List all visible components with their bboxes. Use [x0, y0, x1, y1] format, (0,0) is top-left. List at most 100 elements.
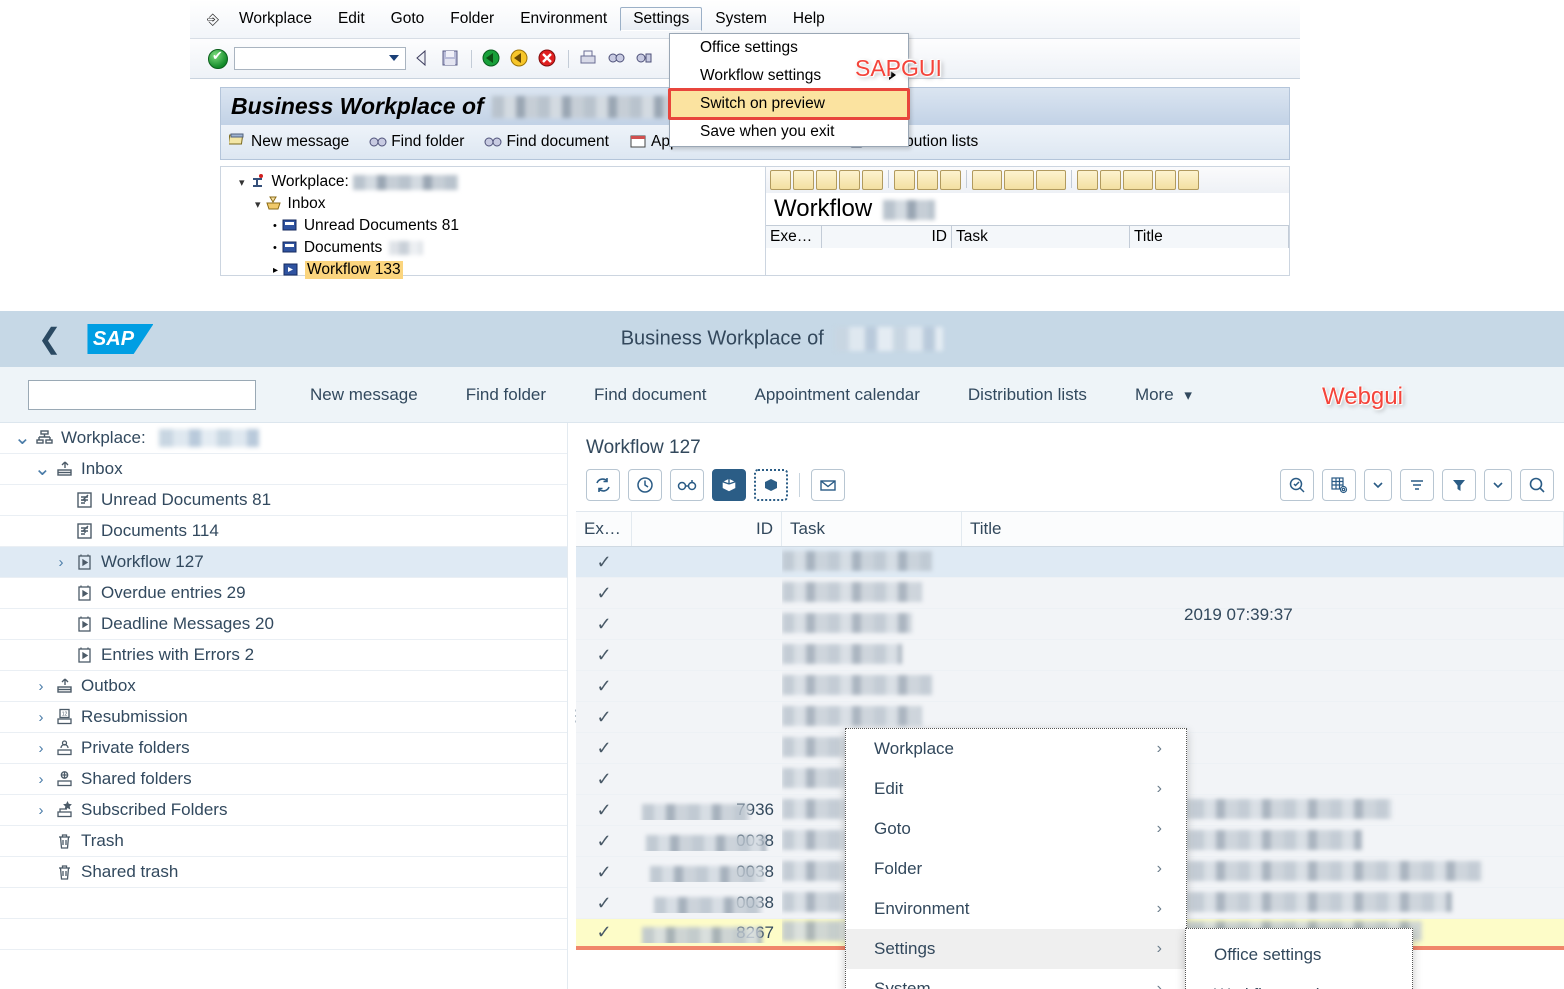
toolbar-new-message[interactable]: New message [286, 385, 442, 405]
preview-glasses-icon[interactable] [670, 469, 704, 501]
tree-item-shared-folders[interactable]: › Shared folders [0, 764, 567, 795]
chevron-right-icon[interactable]: › [34, 802, 48, 819]
sapgui-th-title[interactable]: Title [1130, 226, 1289, 248]
alv-search-icon[interactable] [1100, 170, 1121, 190]
table-row[interactable]: ✓ [576, 671, 1564, 702]
chevron-down-icon[interactable]: ⌄ [34, 459, 51, 479]
menu-goto[interactable]: Goto [378, 7, 438, 31]
th-task[interactable]: Task [782, 512, 962, 546]
tree-item-subscribed-folders[interactable]: › Subscribed Folders [0, 795, 567, 826]
panel-resizer[interactable] [568, 423, 584, 989]
toolbar-more[interactable]: More ▾ [1111, 385, 1216, 405]
sapgui-th-id[interactable]: ID [822, 226, 952, 248]
alv-resubmit-icon[interactable] [940, 170, 961, 190]
sapgui-tree-row-documents[interactable]: • Documents [239, 237, 765, 259]
alv-print-icon[interactable] [1077, 170, 1098, 190]
back-icon[interactable] [412, 48, 434, 70]
filter-icon[interactable] [1442, 469, 1476, 501]
mail-icon[interactable] [811, 469, 845, 501]
chevron-right-icon[interactable]: › [34, 771, 48, 788]
exit-icon[interactable]: ⎆ [200, 11, 226, 28]
alv-layout-icon[interactable] [1036, 170, 1066, 190]
find-folder-button[interactable]: Find folder [369, 133, 464, 152]
menu-environment[interactable]: Environment [507, 7, 620, 31]
ctx-item-workplace[interactable]: Workplace › [846, 729, 1186, 769]
chevron-down-icon[interactable]: ⌄ [14, 428, 31, 448]
submenu-item-workflow-settings[interactable]: Workflow settings› [1186, 975, 1412, 989]
tree-item-resubmission[interactable]: › 12 Resubmission [0, 702, 567, 733]
alv-reserve-icon[interactable] [894, 170, 915, 190]
chevron-right-icon[interactable]: › [34, 678, 48, 695]
tree-item-workplace[interactable]: ⌄ Workplace: [0, 423, 567, 454]
tree-item-entries-with-errors-2[interactable]: Entries with Errors 2 [0, 640, 567, 671]
tree-item-overdue-entries-29[interactable]: Overdue entries 29 [0, 578, 567, 609]
sapgui-tree-row-workflow[interactable]: ▸ Workflow 133 [239, 259, 765, 281]
sapgui-th-task[interactable]: Task [952, 226, 1130, 248]
ctx-item-edit[interactable]: Edit › [846, 769, 1186, 809]
settings-table-dropdown-icon[interactable] [1364, 469, 1392, 501]
search-input[interactable] [28, 379, 256, 410]
command-field[interactable] [234, 47, 406, 70]
execute-dotted-icon[interactable] [754, 469, 788, 501]
back-arrow-green-icon[interactable] [481, 48, 503, 70]
history-icon[interactable] [628, 469, 662, 501]
print-icon[interactable] [578, 48, 600, 70]
sapgui-tree-row-unread[interactable]: • Unread Documents 81 [239, 215, 765, 237]
tree-item-trash[interactable]: Trash [0, 826, 567, 857]
table-row[interactable]: ✓ [576, 547, 1564, 578]
alv-filter-icon[interactable] [1155, 170, 1176, 190]
chevron-right-icon[interactable]: › [34, 740, 48, 757]
table-row[interactable]: ✓ [576, 640, 1564, 671]
filter-dropdown-icon[interactable] [1484, 469, 1512, 501]
th-title[interactable]: Title [962, 512, 1564, 546]
table-row[interactable]: ✓ [576, 609, 1564, 640]
chevron-down-icon[interactable] [389, 55, 399, 61]
toolbar-appointment-calendar[interactable]: Appointment calendar [731, 385, 944, 405]
refresh-icon[interactable] [586, 469, 620, 501]
menu-folder[interactable]: Folder [437, 7, 507, 31]
alv-select-icon[interactable] [972, 170, 1002, 190]
search-detail-icon[interactable] [1280, 469, 1314, 501]
menu-workplace[interactable]: Workplace [226, 7, 325, 31]
exit-yellow-icon[interactable] [509, 48, 531, 70]
tree-item-shared-trash[interactable]: Shared trash [0, 857, 567, 888]
sapgui-tree-row-inbox[interactable]: ▾ Inbox [239, 193, 765, 215]
toolbar-find-document[interactable]: Find document [570, 385, 730, 405]
th-ex[interactable]: Ex… [576, 512, 632, 546]
settings-table-icon[interactable] [1322, 469, 1356, 501]
chevron-right-icon[interactable]: › [54, 554, 68, 571]
submenu-item-office-settings[interactable]: Office settings [1186, 935, 1412, 975]
find-next-icon[interactable] [634, 48, 656, 70]
menu-edit[interactable]: Edit [325, 7, 378, 31]
cancel-red-icon[interactable] [537, 48, 559, 70]
chevron-right-icon[interactable]: › [34, 709, 48, 726]
alv-grid-icon[interactable] [1123, 170, 1153, 190]
alv-workflow-icon[interactable] [816, 170, 837, 190]
enter-ok-icon[interactable] [208, 48, 228, 69]
sapgui-th-exe[interactable]: Exe… [766, 226, 822, 248]
alv-filter2-icon[interactable] [1178, 170, 1199, 190]
alv-forward-icon[interactable] [917, 170, 938, 190]
tree-item-documents-114[interactable]: Documents 114 [0, 516, 567, 547]
ctx-item-system[interactable]: System › [846, 969, 1186, 989]
ctx-item-settings[interactable]: Settings › [846, 929, 1186, 969]
tree-item-private-folders[interactable]: › Private folders [0, 733, 567, 764]
new-message-button[interactable]: New message [227, 133, 349, 152]
ctx-item-goto[interactable]: Goto › [846, 809, 1186, 849]
alv-preview-icon[interactable] [839, 170, 860, 190]
sapgui-menuitem-switch-on-preview[interactable]: Switch on preview [668, 88, 910, 120]
table-row[interactable]: ✓ [576, 578, 1564, 609]
tree-item-workflow-127[interactable]: › Workflow 127 [0, 547, 567, 578]
sort-icon[interactable] [1400, 469, 1434, 501]
find-icon[interactable] [606, 48, 628, 70]
menu-settings[interactable]: Settings [620, 7, 703, 31]
alv-execute-icon[interactable] [793, 170, 814, 190]
alv-refresh-icon[interactable] [770, 170, 791, 190]
tree-item-deadline-messages-20[interactable]: Deadline Messages 20 [0, 609, 567, 640]
menu-help[interactable]: Help [780, 7, 838, 31]
th-id[interactable]: ID [632, 512, 782, 546]
alv-preview-off-icon[interactable] [862, 170, 883, 190]
search-icon[interactable] [1520, 469, 1554, 501]
toolbar-distribution-lists[interactable]: Distribution lists [944, 385, 1111, 405]
ctx-item-environment[interactable]: Environment › [846, 889, 1186, 929]
